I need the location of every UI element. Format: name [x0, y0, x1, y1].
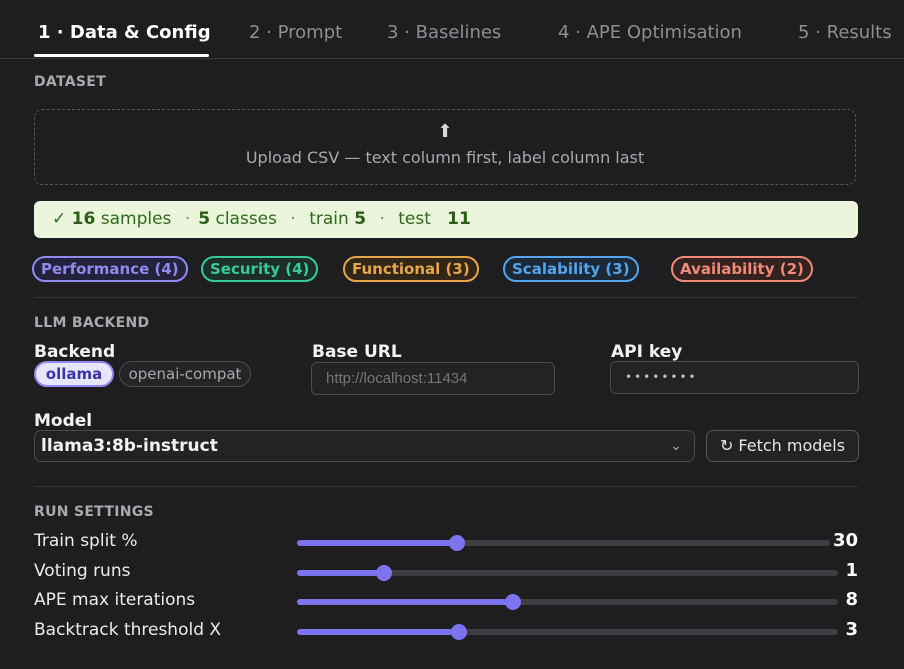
class-pill-security: Security (4)	[201, 256, 319, 282]
backtrack-threshold-slider[interactable]	[297, 624, 838, 640]
class-pill-functional: Functional (3)	[343, 256, 479, 282]
voting-runs-slider-fill	[297, 570, 384, 576]
separator: ·	[184, 209, 191, 229]
voting-runs-value: 1	[845, 560, 858, 581]
backend-label: Backend	[34, 342, 116, 362]
classes-label: classes	[215, 209, 277, 229]
train-label: train	[309, 209, 349, 229]
separator: ·	[379, 209, 385, 229]
class-pill-availability: Availability (2)	[671, 256, 813, 282]
csv-upload-dropzone[interactable]: ⬆ Upload CSV — text column first, label …	[34, 109, 856, 185]
run-settings-heading: RUN SETTINGS	[34, 504, 154, 520]
model-select[interactable]: llama3:8b-instruct ⌄	[34, 430, 695, 462]
tab-results[interactable]: 5 · Results	[798, 22, 892, 43]
check-icon: ✓	[52, 209, 67, 229]
llm-backend-heading: LLM BACKEND	[34, 315, 150, 331]
model-selected-value: llama3:8b-instruct	[41, 436, 218, 456]
class-pill-performance: Performance (4)	[32, 256, 188, 282]
active-tab-indicator	[34, 54, 209, 57]
samples-label: samples	[100, 209, 172, 229]
dataset-heading: DATASET	[34, 74, 106, 90]
ape-max-iterations-label: APE max iterations	[34, 590, 196, 610]
tab-data-config[interactable]: 1 · Data & Config	[38, 22, 211, 43]
train-split-slider-fill	[297, 540, 457, 546]
upload-instructions: Upload CSV — text column first, label co…	[245, 148, 645, 167]
ape-max-iterations-slider-thumb[interactable]	[505, 594, 521, 610]
backend-option-openai-compat[interactable]: openai-compat	[119, 361, 251, 387]
class-pill-scalability: Scalability (3)	[503, 256, 639, 282]
voting-runs-label: Voting runs	[34, 561, 131, 581]
api-key-label: API key	[611, 342, 683, 362]
tab-bar: 1 · Data & Config 2 · Prompt 3 · Baselin…	[0, 0, 904, 59]
model-label: Model	[34, 411, 93, 431]
tab-prompt[interactable]: 2 · Prompt	[249, 22, 342, 43]
backtrack-threshold-value: 3	[845, 619, 858, 640]
backend-option-ollama[interactable]: ollama	[34, 361, 114, 387]
base-url-label: Base URL	[312, 342, 402, 362]
chevron-down-icon: ⌄	[670, 438, 682, 454]
tab-ape-optimisation[interactable]: 4 · APE Optimisation	[558, 22, 742, 43]
train-split-value: 30	[832, 530, 858, 551]
ape-max-iterations-value: 8	[845, 589, 858, 610]
app-window: 1 · Data & Config 2 · Prompt 3 · Baselin…	[0, 0, 904, 669]
ape-max-iterations-slider[interactable]	[297, 594, 838, 610]
voting-runs-slider-thumb[interactable]	[376, 565, 392, 581]
tab-baselines[interactable]: 3 · Baselines	[387, 22, 501, 43]
train-split-slider-thumb[interactable]	[449, 535, 465, 551]
test-label: test	[398, 209, 431, 229]
train-split-label: Train split %	[34, 531, 138, 551]
samples-count: 16	[71, 209, 96, 229]
train-count: 5	[354, 209, 367, 229]
train-split-slider[interactable]	[297, 535, 830, 551]
test-count: 11	[447, 209, 471, 229]
api-key-input[interactable]: ••••••••	[610, 361, 859, 394]
section-divider	[34, 297, 858, 298]
upload-icon: ⬆	[437, 121, 453, 142]
ape-max-iterations-slider-fill	[297, 599, 513, 605]
backtrack-threshold-slider-fill	[297, 629, 459, 635]
dataset-stats-banner: ✓ 16 samples · 5 classes · train 5 · test…	[34, 201, 858, 238]
base-url-input[interactable]	[311, 362, 555, 395]
fetch-models-button[interactable]: ↻ Fetch models	[706, 430, 859, 462]
backtrack-threshold-slider-thumb[interactable]	[451, 624, 467, 640]
voting-runs-slider[interactable]	[297, 565, 838, 581]
classes-count: 5	[198, 209, 211, 229]
section-divider	[34, 486, 858, 487]
backtrack-threshold-label: Backtrack threshold X	[34, 620, 222, 640]
separator: ·	[290, 209, 296, 229]
